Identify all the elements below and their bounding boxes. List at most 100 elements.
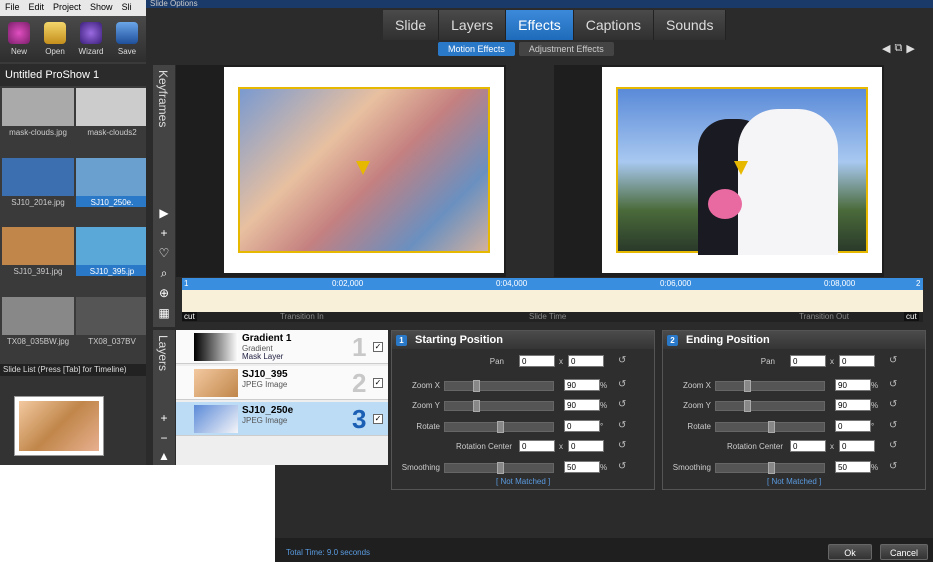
not-matched-link[interactable]: [ Not Matched ] bbox=[496, 477, 550, 486]
pan-y-field[interactable]: 0 bbox=[839, 355, 875, 367]
slider-thumb[interactable] bbox=[473, 400, 480, 412]
file-thumbnail[interactable]: mask-clouds.jpg bbox=[2, 88, 74, 140]
tab-slide[interactable]: Slide bbox=[383, 10, 440, 40]
slider[interactable] bbox=[715, 400, 825, 412]
open-button[interactable]: Open bbox=[40, 22, 70, 56]
layer-row[interactable]: Gradient 1 Gradient Mask Layer 1 ✓ bbox=[176, 330, 388, 364]
rotation-center-x-field[interactable]: 0 bbox=[790, 440, 826, 452]
prev-slide-icon[interactable]: ◀ bbox=[882, 42, 890, 55]
next-slide-icon[interactable]: ▶ bbox=[906, 42, 914, 55]
menu-show[interactable]: Show bbox=[90, 2, 113, 14]
slider[interactable] bbox=[444, 400, 554, 412]
slider[interactable] bbox=[444, 421, 554, 433]
layer-visible-checkbox[interactable]: ✓ bbox=[373, 378, 383, 388]
slider[interactable] bbox=[715, 380, 825, 392]
layer-visible-checkbox[interactable]: ✓ bbox=[373, 414, 383, 424]
ok-button[interactable]: Ok bbox=[828, 544, 872, 560]
reset-icon[interactable]: ↺ bbox=[618, 379, 626, 390]
tab-motion-effects[interactable]: Motion Effects bbox=[438, 42, 515, 56]
reset-icon[interactable]: ↺ bbox=[889, 440, 897, 451]
add-layer-icon[interactable]: + bbox=[156, 410, 172, 426]
cancel-button[interactable]: Cancel bbox=[880, 544, 928, 560]
file-thumbnail[interactable]: TX08_037BV bbox=[76, 296, 148, 349]
rotation-center-x-field[interactable]: 0 bbox=[519, 440, 555, 452]
proshow-main-window: File Edit Project Show Sli New Open Wiza… bbox=[0, 0, 148, 465]
file-thumbnail[interactable]: SJ10_391.jpg bbox=[2, 227, 74, 279]
tab-captions[interactable]: Captions bbox=[573, 10, 654, 40]
file-thumbnail[interactable]: SJ10_250e. bbox=[76, 157, 148, 210]
tab-adjustment-effects[interactable]: Adjustment Effects bbox=[518, 42, 614, 56]
slider-thumb[interactable] bbox=[497, 421, 504, 433]
smoothing-field[interactable]: 50 bbox=[564, 461, 600, 473]
slider[interactable] bbox=[444, 380, 554, 392]
file-thumbnail[interactable]: TX08_035BW.jpg bbox=[2, 296, 74, 349]
wizard-button[interactable]: Wizard bbox=[76, 22, 106, 56]
rotation-center-y-field[interactable]: 0 bbox=[568, 440, 604, 452]
tab-sounds[interactable]: Sounds bbox=[653, 10, 727, 40]
menu-project[interactable]: Project bbox=[53, 2, 81, 14]
move-up-icon[interactable]: ▲ bbox=[156, 448, 172, 464]
zoom-y-field[interactable]: 90 bbox=[835, 399, 871, 411]
tab-layers[interactable]: Layers bbox=[439, 10, 507, 40]
menu-edit[interactable]: Edit bbox=[29, 2, 45, 14]
heart-icon[interactable]: ♡ bbox=[156, 245, 172, 261]
file-thumbnail[interactable]: mask-clouds2 bbox=[76, 88, 148, 140]
start-preview[interactable] bbox=[176, 65, 506, 277]
rotate-field[interactable]: 0 bbox=[835, 420, 871, 432]
reset-icon[interactable]: ↺ bbox=[889, 420, 897, 431]
anchor-icon[interactable] bbox=[356, 161, 370, 175]
cut-end[interactable]: cut bbox=[904, 312, 919, 321]
copy-icon[interactable]: ⧉ bbox=[894, 42, 902, 55]
reset-icon[interactable]: ↺ bbox=[889, 399, 897, 410]
reset-icon[interactable]: ↺ bbox=[889, 379, 897, 390]
reset-icon[interactable]: ↺ bbox=[889, 355, 897, 366]
file-thumbnail[interactable]: SJ10_201e.jpg bbox=[2, 157, 74, 210]
new-button[interactable]: New bbox=[4, 22, 34, 56]
grid-icon[interactable]: ▦ bbox=[156, 305, 172, 321]
file-thumbnail[interactable]: SJ10_395.jp bbox=[76, 227, 148, 279]
zoom-icon[interactable]: ⌕ bbox=[156, 265, 172, 281]
pan-y-field[interactable]: 0 bbox=[568, 355, 604, 367]
slider-thumb[interactable] bbox=[497, 462, 504, 474]
smoothing-field[interactable]: 50 bbox=[835, 461, 871, 473]
play-icon[interactable]: ▶ bbox=[156, 205, 172, 221]
slider-thumb[interactable] bbox=[744, 380, 751, 392]
slider[interactable] bbox=[444, 462, 554, 474]
zoom-y-field[interactable]: 90 bbox=[564, 399, 600, 411]
zoom-in-icon[interactable]: ⊕ bbox=[156, 285, 172, 301]
reset-icon[interactable]: ↺ bbox=[618, 355, 626, 366]
slider-thumb[interactable] bbox=[473, 380, 480, 392]
reset-icon[interactable]: ↺ bbox=[618, 420, 626, 431]
menu-slide[interactable]: Sli bbox=[122, 2, 132, 14]
zoom-x-field[interactable]: 90 bbox=[835, 379, 871, 391]
pan-x-field[interactable]: 0 bbox=[790, 355, 826, 367]
slide-thumbnail[interactable] bbox=[14, 396, 104, 456]
rotation-center-y-field[interactable]: 0 bbox=[839, 440, 875, 452]
menu-file[interactable]: File bbox=[5, 2, 20, 14]
end-preview[interactable] bbox=[554, 65, 884, 277]
save-button[interactable]: Save bbox=[112, 22, 142, 56]
slider-thumb[interactable] bbox=[744, 400, 751, 412]
tab-effects[interactable]: Effects bbox=[506, 10, 574, 40]
pan-x-field[interactable]: 0 bbox=[519, 355, 555, 367]
degree-label: ° bbox=[871, 422, 875, 431]
layer-visible-checkbox[interactable]: ✓ bbox=[373, 342, 383, 352]
rotate-field[interactable]: 0 bbox=[564, 420, 600, 432]
cut-start[interactable]: cut bbox=[182, 312, 197, 321]
layer-row[interactable]: SJ10_250e JPEG Image 3 ✓ bbox=[176, 402, 388, 436]
add-keyframe-icon[interactable]: + bbox=[156, 225, 172, 241]
slider-thumb[interactable] bbox=[768, 421, 775, 433]
slider-thumb[interactable] bbox=[768, 462, 775, 474]
slider[interactable] bbox=[715, 462, 825, 474]
timeline-track[interactable] bbox=[182, 290, 923, 312]
reset-icon[interactable]: ↺ bbox=[618, 461, 626, 472]
layer-row[interactable]: SJ10_395 JPEG Image 2 ✓ bbox=[176, 366, 388, 400]
slider[interactable] bbox=[715, 421, 825, 433]
reset-icon[interactable]: ↺ bbox=[618, 399, 626, 410]
reset-icon[interactable]: ↺ bbox=[889, 461, 897, 472]
not-matched-link[interactable]: [ Not Matched ] bbox=[767, 477, 821, 486]
remove-layer-icon[interactable]: − bbox=[156, 430, 172, 446]
timeline[interactable]: 1 0:02,000 0:04,000 0:06,000 0:08,000 2 … bbox=[182, 278, 923, 322]
zoom-x-field[interactable]: 90 bbox=[564, 379, 600, 391]
reset-icon[interactable]: ↺ bbox=[618, 440, 626, 451]
